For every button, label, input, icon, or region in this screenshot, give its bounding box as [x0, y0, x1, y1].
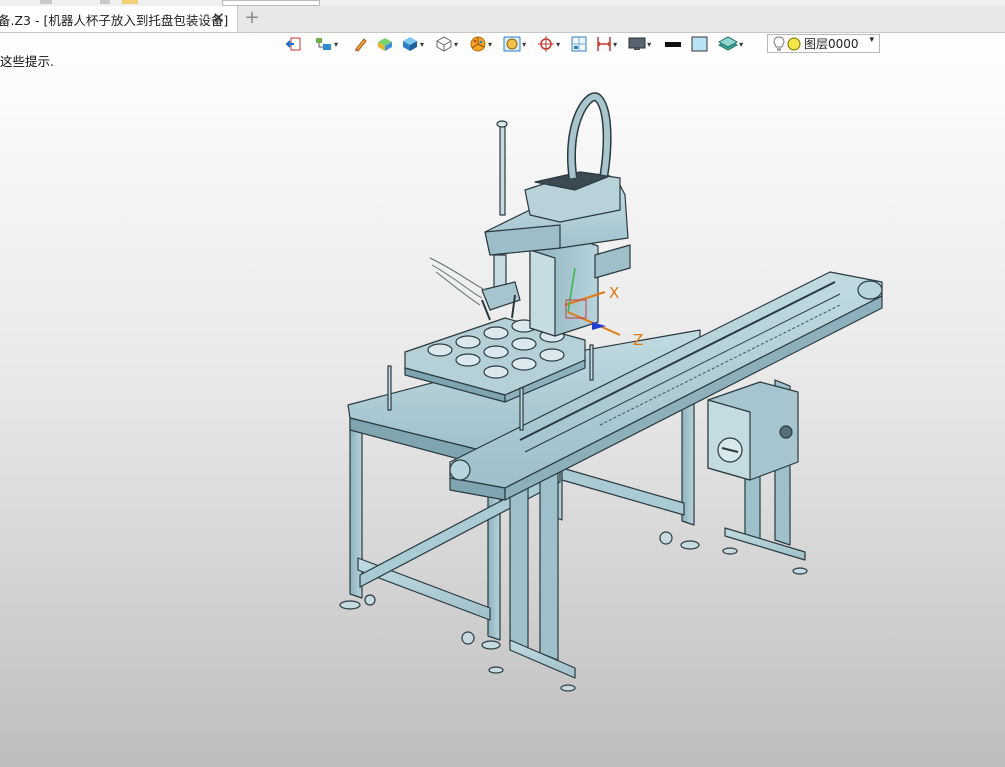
close-icon[interactable]: ✕ [212, 10, 225, 26]
add-tab-icon[interactable]: + [243, 8, 261, 28]
document-tab-title: 备.Z3 - [机器人杯子放入到托盘包装设备] [0, 12, 229, 28]
x-axis-label: X [609, 284, 619, 302]
toolbar-fragment [100, 0, 110, 4]
document-tab-bar: 备.Z3 - [机器人杯子放入到托盘包装设备] ✕ + [0, 6, 1005, 33]
toolbar-fragment [122, 0, 138, 4]
toolbar-fragment [40, 0, 52, 4]
document-tab[interactable]: 备.Z3 - [机器人杯子放入到托盘包装设备] ✕ [0, 6, 238, 32]
3d-viewport[interactable]: 这些提示. ▾ ▾ ▾ ▾ ▾ ▾ ▾ ▾ ▾ 图层0000 ▾ X Z [0, 33, 1005, 767]
z-axis-label: Z [633, 331, 643, 349]
machine-model[interactable]: X Z [0, 33, 1005, 767]
